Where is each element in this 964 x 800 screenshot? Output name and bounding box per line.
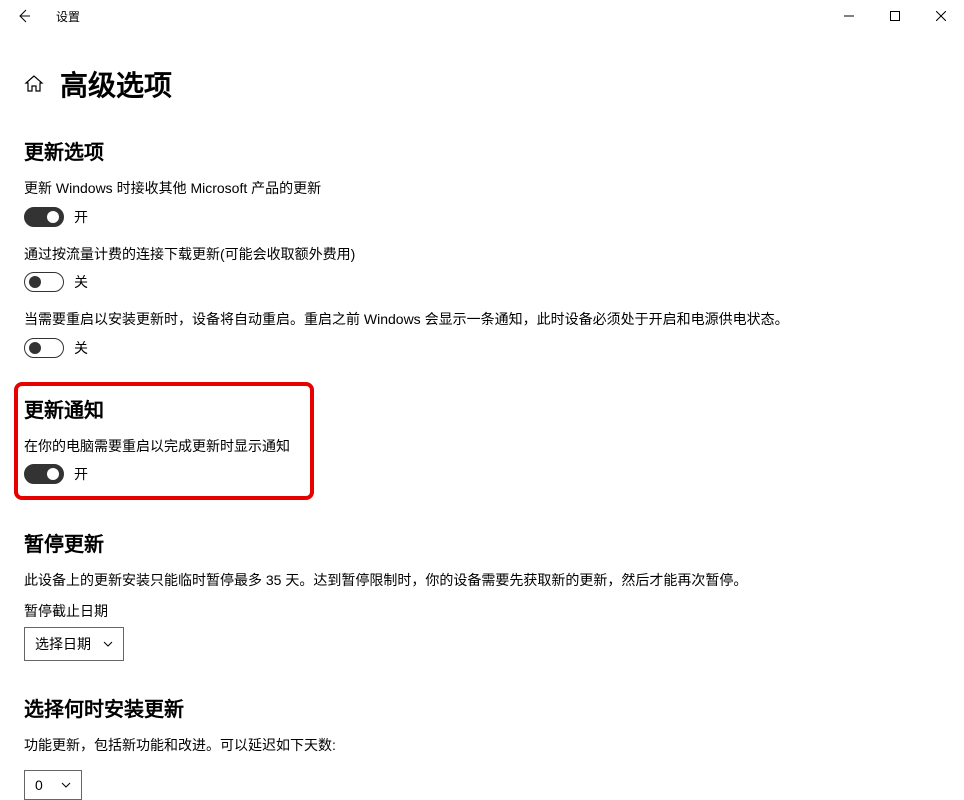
maximize-button[interactable]: [872, 0, 918, 32]
back-button[interactable]: [8, 0, 40, 32]
setting-desc: 在你的电脑需要重启以完成更新时显示通知: [24, 437, 304, 457]
dropdown-value: 选择日期: [35, 634, 91, 654]
minimize-icon: [844, 11, 854, 21]
setting-desc: 更新 Windows 时接收其他 Microsoft 产品的更新: [24, 179, 940, 199]
section-title-install-schedule: 选择何时安装更新: [24, 693, 940, 722]
chevron-down-icon: [61, 782, 71, 788]
toggle-row: 关: [24, 338, 940, 358]
toggle-restart-notification[interactable]: [24, 464, 64, 484]
toggle-state-label: 关: [74, 338, 88, 358]
pause-date-dropdown[interactable]: 选择日期: [24, 627, 124, 661]
toggle-state-label: 开: [74, 207, 88, 227]
toggle-metered-download[interactable]: [24, 272, 64, 292]
setting-restart-notification: 在你的电脑需要重启以完成更新时显示通知 开: [24, 437, 304, 485]
toggle-knob: [29, 342, 41, 354]
toggle-auto-restart[interactable]: [24, 338, 64, 358]
setting-desc: 当需要重启以安装更新时，设备将自动重启。重启之前 Windows 会显示一条通知…: [24, 310, 940, 330]
titlebar: 设置: [0, 0, 964, 32]
pause-updates-desc: 此设备上的更新安装只能临时暂停最多 35 天。达到暂停限制时，你的设备需要先获取…: [24, 571, 940, 591]
setting-metered-download: 通过按流量计费的连接下载更新(可能会收取额外费用) 关: [24, 245, 940, 293]
setting-auto-restart: 当需要重启以安装更新时，设备将自动重启。重启之前 Windows 会显示一条通知…: [24, 310, 940, 358]
update-options-section: 更新选项 更新 Windows 时接收其他 Microsoft 产品的更新 开 …: [24, 136, 940, 358]
dropdown-value: 0: [35, 777, 43, 793]
pause-updates-section: 暂停更新 此设备上的更新安装只能临时暂停最多 35 天。达到暂停限制时，你的设备…: [24, 528, 940, 661]
setting-receive-other-updates: 更新 Windows 时接收其他 Microsoft 产品的更新 开: [24, 179, 940, 227]
content-area: 高级选项 更新选项 更新 Windows 时接收其他 Microsoft 产品的…: [0, 32, 964, 800]
window-controls: [826, 0, 964, 32]
toggle-row: 关: [24, 272, 940, 292]
toggle-knob: [29, 276, 41, 288]
defer-days-dropdown[interactable]: 0: [24, 770, 82, 800]
toggle-state-label: 关: [74, 272, 88, 292]
close-icon: [936, 11, 946, 21]
maximize-icon: [890, 11, 900, 21]
chevron-down-icon: [103, 641, 113, 647]
arrow-left-icon: [16, 8, 32, 24]
toggle-row: 开: [24, 207, 940, 227]
setting-desc: 通过按流量计费的连接下载更新(可能会收取额外费用): [24, 245, 940, 265]
page-title: 高级选项: [60, 64, 172, 104]
toggle-receive-other-updates[interactable]: [24, 207, 64, 227]
page-header: 高级选项: [24, 64, 940, 104]
install-schedule-desc: 功能更新，包括新功能和改进。可以延迟如下天数:: [24, 736, 940, 756]
minimize-button[interactable]: [826, 0, 872, 32]
toggle-knob: [47, 468, 59, 480]
section-title-update-notifications: 更新通知: [24, 394, 304, 423]
section-title-update-options: 更新选项: [24, 136, 940, 165]
pause-until-label: 暂停截止日期: [24, 601, 940, 621]
toggle-state-label: 开: [74, 464, 88, 484]
toggle-knob: [47, 211, 59, 223]
window-title: 设置: [56, 8, 80, 25]
home-icon[interactable]: [24, 74, 44, 94]
section-title-pause-updates: 暂停更新: [24, 528, 940, 557]
toggle-row: 开: [24, 464, 304, 484]
update-notifications-section-highlighted: 更新通知 在你的电脑需要重启以完成更新时显示通知 开: [14, 382, 314, 501]
close-button[interactable]: [918, 0, 964, 32]
install-schedule-section: 选择何时安装更新 功能更新，包括新功能和改进。可以延迟如下天数: 0: [24, 693, 940, 800]
